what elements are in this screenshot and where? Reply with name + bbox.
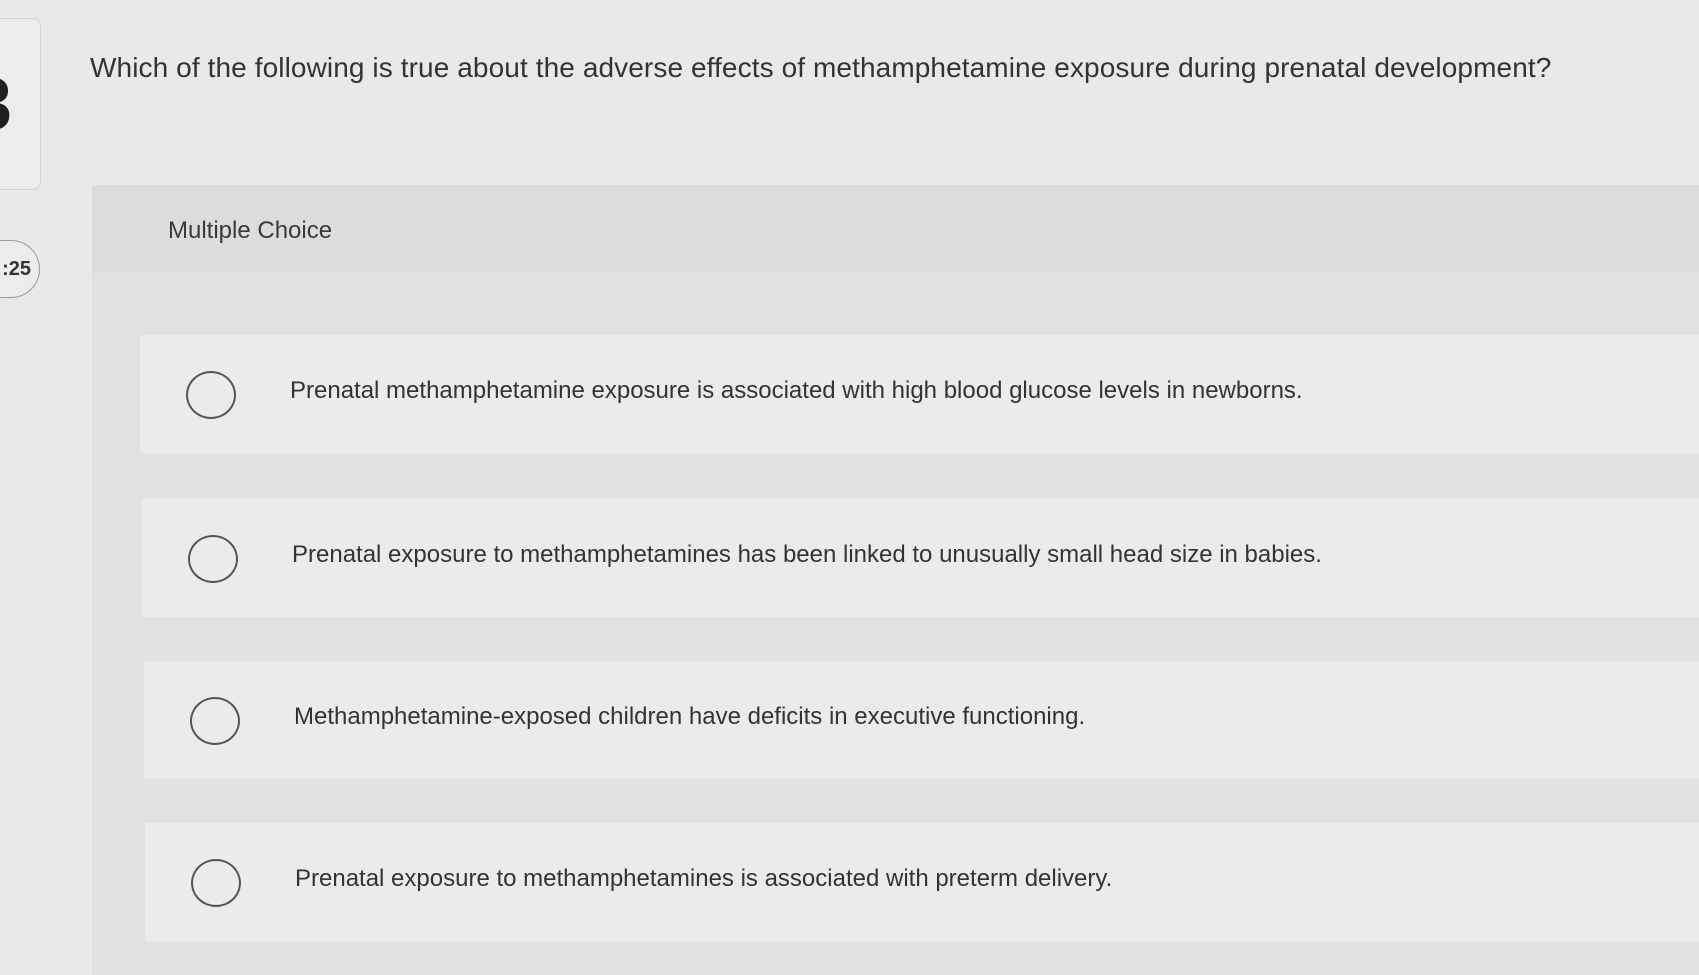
- answer-option-1[interactable]: Prenatal methamphetamine exposure is ass…: [140, 335, 1699, 453]
- radio-button[interactable]: [190, 697, 240, 745]
- radio-button[interactable]: [186, 371, 236, 419]
- radio-button[interactable]: [191, 859, 241, 907]
- multiple-choice-panel: Multiple Choice Prenatal methamphetamine…: [92, 185, 1699, 975]
- multiple-choice-label: Multiple Choice: [168, 217, 333, 244]
- question-number-card: 3: [0, 18, 41, 190]
- answer-option-4[interactable]: Prenatal exposure to methamphetamines is…: [145, 823, 1699, 941]
- question-number: 3: [0, 67, 12, 141]
- question-text: Which of the following is true about the…: [90, 52, 1552, 83]
- answer-option-text: Prenatal exposure to methamphetamines ha…: [292, 541, 1322, 568]
- multiple-choice-header: Multiple Choice: [92, 185, 1699, 273]
- answer-option-text: Prenatal methamphetamine exposure is ass…: [290, 377, 1303, 404]
- answer-option-text: Prenatal exposure to methamphetamines is…: [295, 865, 1113, 892]
- radio-button[interactable]: [188, 535, 238, 583]
- answer-option-3[interactable]: Methamphetamine-exposed children have de…: [144, 661, 1699, 779]
- timer-badge: :25: [0, 240, 40, 298]
- answer-option-text: Methamphetamine-exposed children have de…: [294, 703, 1086, 730]
- answer-option-2[interactable]: Prenatal exposure to methamphetamines ha…: [142, 499, 1699, 617]
